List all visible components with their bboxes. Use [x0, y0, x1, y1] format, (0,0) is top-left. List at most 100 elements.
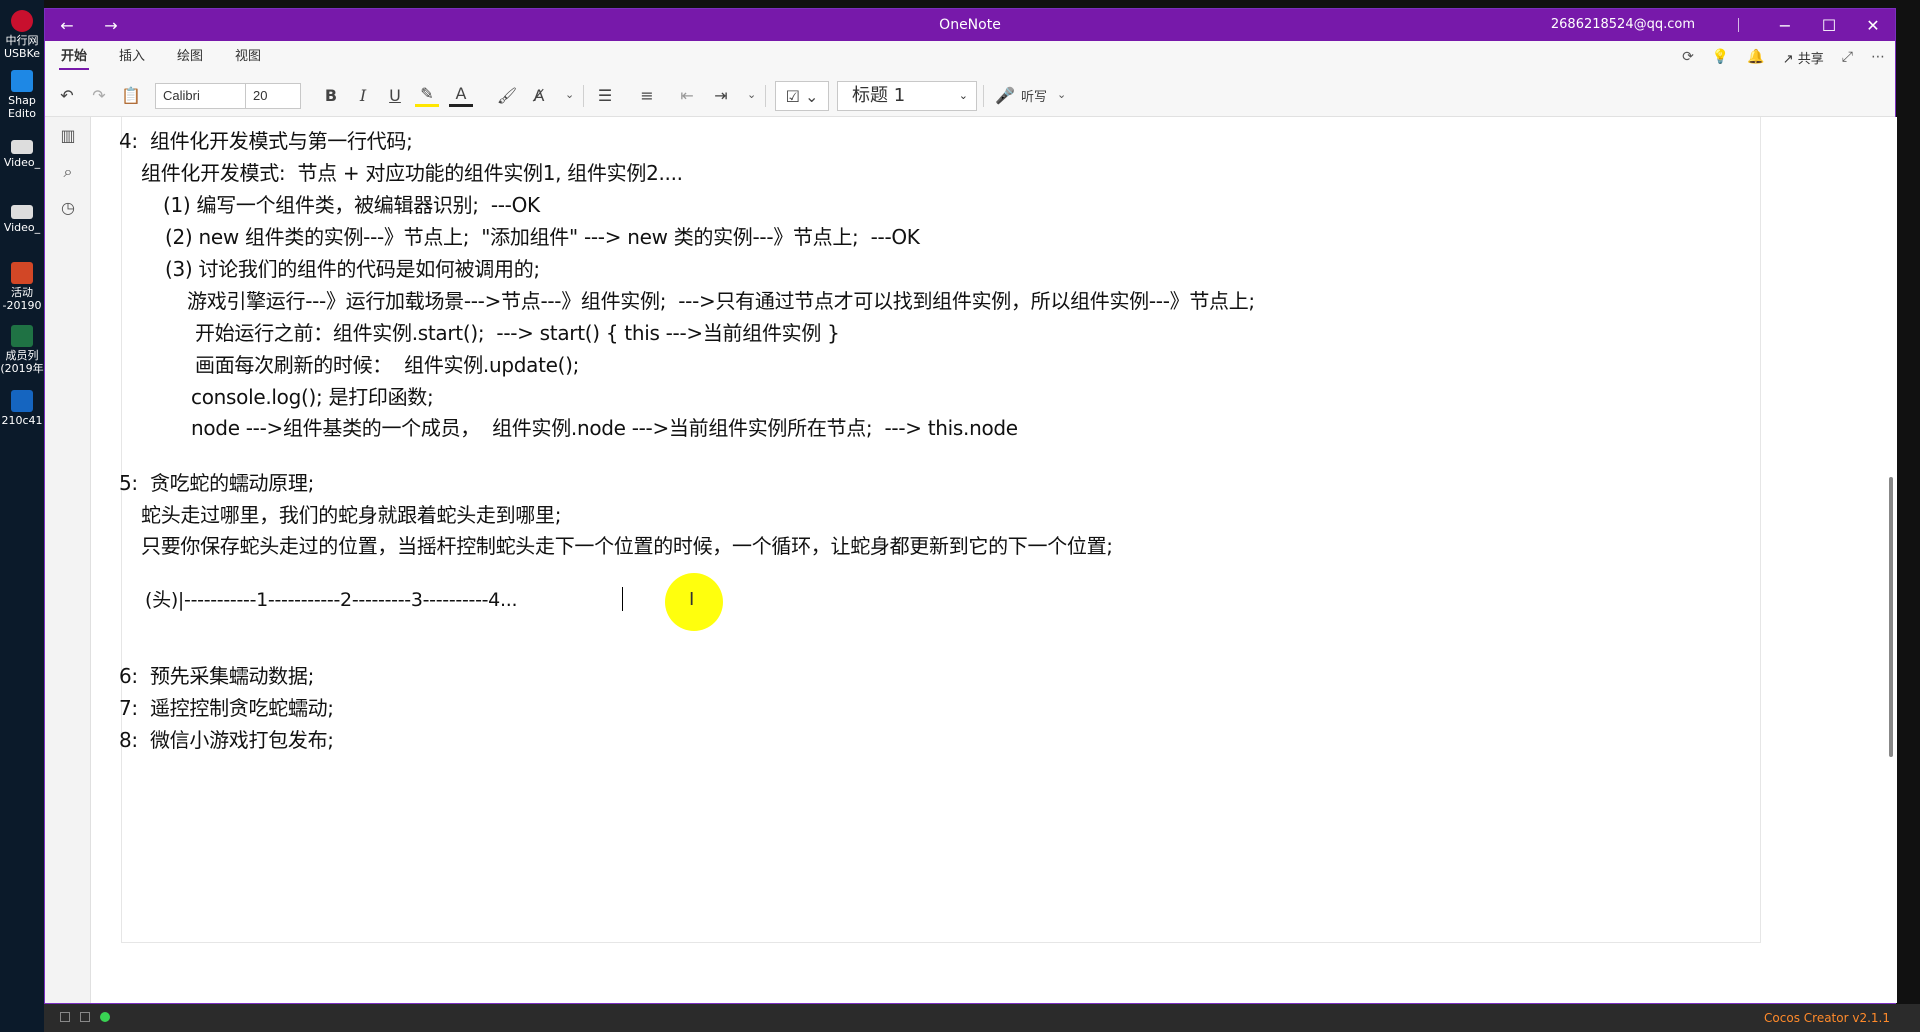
- onenote-window: ← → OneNote 2686218524@qq.com − ☐ ✕ 开始 插…: [44, 8, 1897, 1004]
- more-options-icon[interactable]: ⋯: [1871, 49, 1885, 65]
- font-size-box[interactable]: 20: [245, 83, 301, 109]
- chevron-down-icon[interactable]: ⌄: [1057, 83, 1066, 107]
- cocos-creator-version: Cocos Creator v2.1.1: [1764, 1011, 1890, 1025]
- note-line[interactable]: (头)|-----------1-----------2---------3--…: [145, 585, 518, 612]
- note-line[interactable]: 游戏引擎运行---》运行加载场景--->节点---》组件实例; --->只有通过…: [187, 285, 1255, 314]
- italic-button[interactable]: I: [351, 83, 375, 107]
- search-icon[interactable]: ⌕: [57, 161, 79, 183]
- note-line[interactable]: 组件化开发模式: 节点 + 对应功能的组件实例1, 组件实例2....: [141, 157, 683, 186]
- account-email[interactable]: 2686218524@qq.com: [1551, 9, 1695, 41]
- undo-icon[interactable]: ↶: [55, 83, 79, 107]
- maximize-button[interactable]: ☐: [1807, 9, 1851, 41]
- desktop-icon-shape-editor[interactable]: Shap Edito: [0, 70, 44, 120]
- tab-view[interactable]: 视图: [231, 41, 265, 73]
- ribbon-tabs: 开始 插入 绘图 视图 ⟳ 💡 🔔 ↗ 共享 ⤢ ⋯: [45, 41, 1895, 73]
- indent-icon[interactable]: ⇥: [709, 83, 733, 107]
- list-icon[interactable]: [80, 1012, 90, 1022]
- text-caret: [622, 587, 623, 611]
- numbered-list-icon[interactable]: ≡: [635, 83, 659, 107]
- sync-icon[interactable]: ⟳: [1682, 49, 1694, 65]
- clipboard-icon[interactable]: 📋: [119, 83, 143, 107]
- note-line[interactable]: 蛇头走过哪里，我们的蛇身就跟着蛇头走到哪里;: [141, 499, 561, 528]
- chevron-down-icon[interactable]: ⌄: [747, 83, 756, 107]
- ribbon-toolbar: ↶ ↷ 📋 Calibri 20 B I U ✎ A 🖌 A̸ ⌄ ☰ ≡ ⇤ …: [45, 73, 1895, 117]
- desktop-icon-excel[interactable]: 成员列 (2019年: [0, 325, 44, 375]
- style-value: 标题 1: [852, 85, 906, 106]
- desktop-icon-label: 中行网 USBKe: [3, 34, 40, 60]
- video-file-icon: [11, 205, 33, 219]
- recent-icon[interactable]: ◷: [57, 197, 79, 219]
- dictate-label[interactable]: 听写: [1021, 83, 1047, 107]
- lightbulb-icon[interactable]: 💡: [1712, 49, 1729, 65]
- title-bar: ← → OneNote 2686218524@qq.com − ☐ ✕: [45, 9, 1895, 41]
- note-line[interactable]: 6: 预先采集蠕动数据;: [119, 660, 314, 689]
- note-line[interactable]: (3) 讨论我们的组件的代码是如何被调用的;: [165, 253, 540, 282]
- note-line[interactable]: 画面每次刷新的时候： 组件实例.update();: [195, 349, 579, 378]
- desktop-icon-label: Video_: [3, 156, 41, 169]
- excel-icon: [11, 325, 33, 347]
- microphone-icon[interactable]: 🎤: [993, 83, 1017, 107]
- desktop-icon-label: 成员列 (2019年: [0, 349, 44, 375]
- clear-format-icon[interactable]: A̸: [527, 83, 551, 107]
- layout-icon[interactable]: [60, 1012, 70, 1022]
- note-line[interactable]: 8: 微信小游戏打包发布;: [119, 724, 334, 753]
- notebooks-icon[interactable]: ▥: [57, 125, 79, 147]
- bank-icon: [11, 10, 33, 32]
- video-file-icon: [11, 140, 33, 154]
- close-button[interactable]: ✕: [1851, 9, 1895, 41]
- bullet-list-icon[interactable]: ☰: [593, 83, 617, 107]
- note-line[interactable]: 开始运行之前：组件实例.start(); ---> start() { this…: [195, 317, 840, 346]
- status-indicator-icon: [100, 1012, 110, 1022]
- toolbar-separator: [765, 85, 766, 107]
- font-color-icon[interactable]: A: [449, 83, 473, 107]
- desktop-icon-video-2[interactable]: Video_: [0, 205, 44, 234]
- note-line[interactable]: 7: 遥控控制贪吃蛇蠕动;: [119, 692, 334, 721]
- share-label: 共享: [1797, 51, 1824, 67]
- document-icon: [11, 390, 33, 412]
- desktop-icon-video-1[interactable]: Video_: [0, 140, 44, 169]
- desktop-icon-ppt[interactable]: 活动 -20190: [0, 262, 44, 312]
- powerpoint-icon: [11, 262, 33, 284]
- highlight-icon[interactable]: ✎: [415, 83, 439, 107]
- top-right-actions: ⟳ 💡 🔔 ↗ 共享 ⤢ ⋯: [1682, 41, 1885, 73]
- title-separator: [1738, 18, 1739, 32]
- desktop-icon-label: Video_: [3, 221, 41, 234]
- note-line[interactable]: 5: 贪吃蛇的蠕动原理;: [119, 467, 314, 496]
- format-painter-icon[interactable]: 🖌: [495, 83, 519, 107]
- outdent-icon[interactable]: ⇤: [675, 83, 699, 107]
- bold-button[interactable]: B: [319, 83, 343, 107]
- bottom-status-bar: Cocos Creator v2.1.1: [44, 1004, 1920, 1032]
- text-cursor-icon: I: [689, 589, 695, 610]
- tab-insert[interactable]: 插入: [115, 41, 149, 73]
- redo-icon[interactable]: ↷: [87, 83, 111, 107]
- note-line[interactable]: 只要你保存蛇头走过的位置，当摇杆控制蛇头走下一个位置的时候，一个循环，让蛇身都更…: [141, 530, 1113, 559]
- note-page[interactable]: 4: 组件化开发模式与第一行代码; 组件化开发模式: 节点 + 对应功能的组件实…: [91, 117, 1897, 1003]
- share-button[interactable]: ↗ 共享: [1783, 48, 1824, 67]
- desktop-icon-label: Shap Edito: [7, 94, 37, 120]
- tab-home[interactable]: 开始: [57, 41, 91, 73]
- fullscreen-icon[interactable]: ⤢: [1842, 49, 1853, 65]
- app-icon: [11, 70, 33, 92]
- note-line[interactable]: (1) 编写一个组件类，被编辑器识别; ---OK: [163, 189, 540, 218]
- left-navigation: ▥ ⌕ ◷: [45, 117, 91, 1003]
- minimize-button[interactable]: −: [1763, 9, 1807, 41]
- toolbar-separator: [583, 85, 584, 107]
- note-line[interactable]: 4: 组件化开发模式与第一行代码;: [119, 125, 413, 154]
- todo-tag-button[interactable]: ☑ ⌄: [775, 81, 829, 111]
- desktop-icon-usbkey[interactable]: 中行网 USBKe: [0, 10, 44, 60]
- note-line[interactable]: node --->组件基类的一个成员， 组件实例.node --->当前组件实例…: [191, 412, 1018, 441]
- style-dropdown[interactable]: 标题 1 ⌄: [837, 81, 977, 111]
- note-line[interactable]: (2) new 组件类的实例---》节点上; "添加组件" ---> new 类…: [165, 221, 920, 250]
- desktop-icon-file[interactable]: 210c41: [0, 390, 44, 427]
- desktop-icon-label: 210c41: [1, 414, 43, 427]
- chevron-down-icon[interactable]: ⌄: [565, 83, 574, 107]
- chevron-down-icon: ⌄: [958, 89, 968, 102]
- underline-button[interactable]: U: [383, 83, 407, 107]
- bell-icon[interactable]: 🔔: [1747, 49, 1764, 65]
- toolbar-separator: [983, 85, 984, 107]
- tab-draw[interactable]: 绘图: [173, 41, 207, 73]
- note-line[interactable]: console.log(); 是打印函数;: [191, 381, 434, 410]
- desktop-icon-label: 活动 -20190: [2, 286, 42, 312]
- desktop-strip: 中行网 USBKe Shap Edito Video_ Video_ 活动 -2…: [0, 0, 44, 1032]
- vertical-scrollbar[interactable]: [1889, 477, 1893, 757]
